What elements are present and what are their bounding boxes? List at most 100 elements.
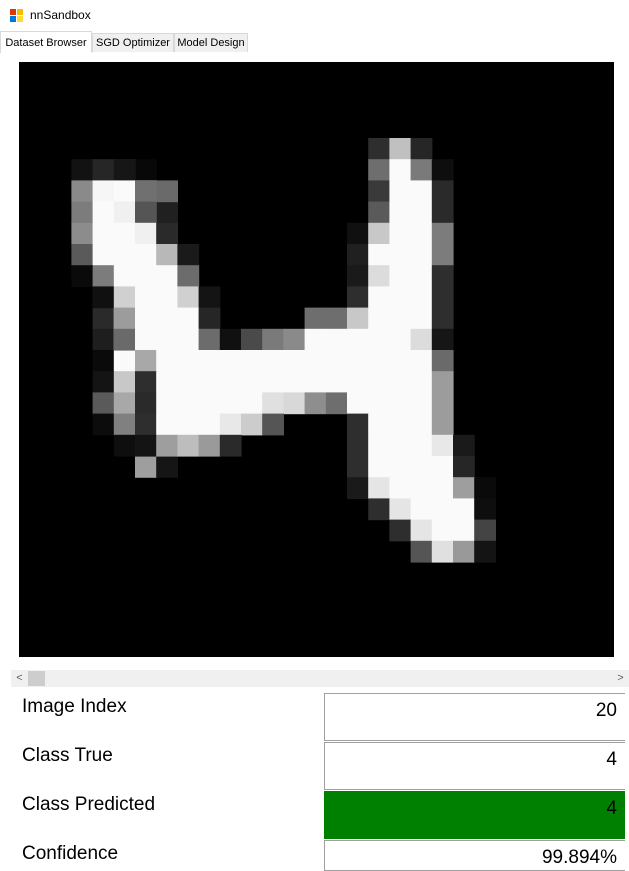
- digit-pixel: [389, 286, 412, 309]
- digit-pixel: [347, 413, 369, 436]
- digit-pixel: [219, 371, 242, 393]
- digit-pixel: [262, 392, 284, 415]
- digit-pixel: [262, 413, 284, 436]
- digit-pixel: [431, 413, 454, 436]
- digit-pixel: [389, 477, 412, 499]
- digit-pixel: [135, 286, 157, 309]
- digit-pixel: [135, 265, 157, 287]
- scroll-right-icon[interactable]: >: [612, 670, 629, 687]
- class-predicted-field[interactable]: 4: [324, 791, 625, 839]
- digit-pixel: [135, 392, 157, 415]
- digit-pixel: [135, 201, 157, 224]
- digit-pixel: [241, 328, 263, 351]
- digit-pixel: [135, 456, 157, 478]
- digit-pixel: [431, 222, 454, 245]
- digit-pixel: [431, 201, 454, 224]
- digit-pixel: [156, 307, 178, 330]
- digit-pixel: [410, 201, 433, 224]
- scrollbar-thumb[interactable]: [28, 671, 45, 686]
- digit-pixel: [262, 350, 284, 372]
- tab-dataset-browser[interactable]: Dataset Browser: [0, 31, 92, 53]
- confidence-label: Confidence: [22, 843, 119, 864]
- tab-model-design[interactable]: Model Design: [174, 33, 248, 52]
- digit-pixel: [325, 371, 348, 393]
- digit-pixel: [368, 201, 390, 224]
- digit-pixel: [431, 456, 454, 478]
- digit-pixel: [431, 159, 454, 181]
- digit-pixel: [71, 180, 94, 203]
- digit-pixel: [156, 456, 178, 478]
- digit-pixel: [389, 307, 412, 330]
- digit-pixel: [389, 371, 412, 393]
- digit-pixel: [113, 371, 136, 393]
- digit-pixel: [177, 392, 200, 415]
- digit-pixel: [198, 328, 221, 351]
- digit-pixel: [92, 286, 115, 309]
- digit-pixel: [156, 371, 178, 393]
- digit-pixel: [368, 265, 390, 287]
- digit-pixel: [389, 350, 412, 372]
- digit-pixel: [453, 456, 475, 478]
- digit-pixel: [389, 159, 412, 181]
- digit-pixel: [410, 371, 433, 393]
- digit-pixel: [410, 519, 433, 542]
- digit-pixel: [135, 371, 157, 393]
- digit-pixel: [368, 138, 390, 160]
- class-true-label: Class True: [22, 745, 113, 766]
- image-scrollbar[interactable]: < >: [11, 670, 629, 687]
- digit-pixel: [474, 540, 496, 563]
- scroll-left-icon[interactable]: <: [11, 670, 28, 687]
- digit-pixel: [92, 350, 115, 372]
- digit-pixel: [283, 392, 306, 415]
- digit-pixel: [156, 350, 178, 372]
- digit-pixel: [389, 519, 412, 542]
- digit-pixel: [92, 180, 115, 203]
- digit-pixel: [92, 265, 115, 287]
- digit-pixel: [368, 434, 390, 457]
- digit-pixel: [304, 328, 327, 351]
- digit-pixel: [453, 477, 475, 499]
- digit-pixel: [198, 350, 221, 372]
- digit-pixel: [71, 244, 94, 266]
- tab-sgd-optimizer[interactable]: SGD Optimizer: [92, 33, 174, 52]
- digit-pixel: [431, 371, 454, 393]
- digit-pixel: [156, 392, 178, 415]
- digit-pixel: [241, 413, 263, 436]
- digit-pixel: [156, 286, 178, 309]
- digit-pixel: [431, 434, 454, 457]
- digit-pixel: [368, 222, 390, 245]
- digit-pixel: [219, 328, 242, 351]
- digit-pixel: [431, 519, 454, 542]
- digit-pixel: [135, 159, 157, 181]
- class-true-field[interactable]: 4: [324, 742, 625, 790]
- digit-pixel: [347, 477, 369, 499]
- digit-pixel: [198, 413, 221, 436]
- digit-pixel: [135, 350, 157, 372]
- digit-pixel: [92, 307, 115, 330]
- digit-pixel: [177, 244, 200, 266]
- image-index-field[interactable]: 20: [324, 693, 625, 741]
- digit-pixel: [135, 328, 157, 351]
- digit-pixel: [219, 350, 242, 372]
- digit-pixel: [283, 371, 306, 393]
- digit-pixel: [113, 201, 136, 224]
- digit-pixel: [156, 413, 178, 436]
- digit-pixel: [304, 350, 327, 372]
- digit-pixel: [113, 328, 136, 351]
- digit-pixel: [347, 456, 369, 478]
- digit-pixel: [389, 456, 412, 478]
- digit-pixel: [325, 392, 348, 415]
- digit-pixel: [262, 328, 284, 351]
- digit-pixel: [347, 371, 369, 393]
- digit-pixel: [410, 138, 433, 160]
- digit-pixel: [92, 392, 115, 415]
- digit-pixel: [325, 328, 348, 351]
- digit-pixel: [347, 350, 369, 372]
- digit-pixel: [198, 286, 221, 309]
- digit-pixel: [410, 328, 433, 351]
- digit-pixel: [410, 540, 433, 563]
- digit-pixel: [177, 328, 200, 351]
- confidence-field[interactable]: 99.894%: [324, 840, 625, 871]
- digit-pixel: [410, 222, 433, 245]
- digit-pixel: [156, 180, 178, 203]
